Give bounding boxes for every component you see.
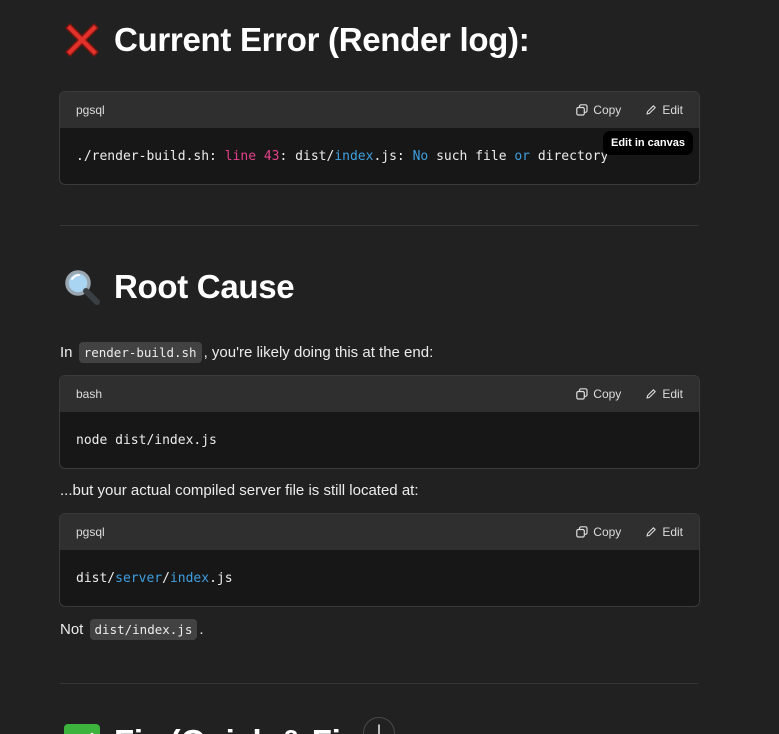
chat-page: Current Error (Render log): pgsql Copy E… xyxy=(0,0,779,734)
code-language-label: pgsql xyxy=(76,525,105,539)
scroll-down-button[interactable] xyxy=(363,717,395,734)
pencil-icon xyxy=(646,105,657,115)
code-header: bash Copy Edit xyxy=(60,376,699,412)
code-content: dist/server / index .js xyxy=(76,570,233,586)
paragraph-1: In render-build.sh, you're likely doing … xyxy=(60,342,434,363)
paragraph-2: ...but your actual compiled server file … xyxy=(60,482,419,499)
arrow-down-icon xyxy=(378,724,380,734)
cross-mark-icon xyxy=(62,20,102,60)
edit-label: Edit xyxy=(662,103,683,117)
copy-icon xyxy=(576,104,588,116)
inline-code: render-build.sh xyxy=(78,342,202,363)
error-heading: Current Error (Render log): xyxy=(62,20,530,60)
code-content: node dist/index.js xyxy=(76,432,217,448)
error-heading-text: Current Error (Render log): xyxy=(114,21,530,58)
code-language-label: bash xyxy=(76,387,103,401)
edit-button[interactable]: Edit xyxy=(645,387,683,401)
pencil-icon xyxy=(646,389,657,399)
edit-in-canvas-tooltip: Edit in canvas xyxy=(603,131,693,155)
paragraph-3: Not dist/index.js. xyxy=(60,619,204,640)
bash-code-block: bash Copy Edit node dist/index.js xyxy=(59,375,700,469)
copy-button[interactable]: Copy xyxy=(576,387,621,401)
edit-button[interactable]: Edit xyxy=(645,525,683,539)
copy-button[interactable]: Copy xyxy=(576,525,621,539)
copy-label: Copy xyxy=(593,387,622,401)
copy-button[interactable]: Copy xyxy=(576,103,621,117)
edit-label: Edit xyxy=(662,387,683,401)
copy-label: Copy xyxy=(593,525,622,539)
code-header: pgsql Copy Edit xyxy=(60,514,699,550)
pencil-icon xyxy=(646,527,657,537)
check-box-icon xyxy=(62,722,102,734)
copy-icon xyxy=(576,388,588,400)
root-cause-heading-text: Root Cause xyxy=(114,268,295,305)
magnifying-glass-icon xyxy=(62,267,102,307)
edit-label: Edit xyxy=(662,525,683,539)
fix-heading: Fix (Quick & Final) xyxy=(62,722,398,734)
fix-heading-text: Fix (Quick & Final) xyxy=(114,723,398,734)
section-divider xyxy=(60,225,698,226)
edit-button[interactable]: Edit xyxy=(645,103,683,117)
section-divider xyxy=(60,683,698,684)
inline-code: dist/index.js xyxy=(89,619,198,640)
copy-label: Copy xyxy=(593,103,622,117)
server-path-code-block: pgsql Copy Edit dist/server / index .js xyxy=(59,513,700,607)
copy-icon xyxy=(576,526,588,538)
code-header: pgsql Copy Edit xyxy=(60,92,699,128)
root-cause-heading: Root Cause xyxy=(62,267,295,307)
code-language-label: pgsql xyxy=(76,103,105,117)
